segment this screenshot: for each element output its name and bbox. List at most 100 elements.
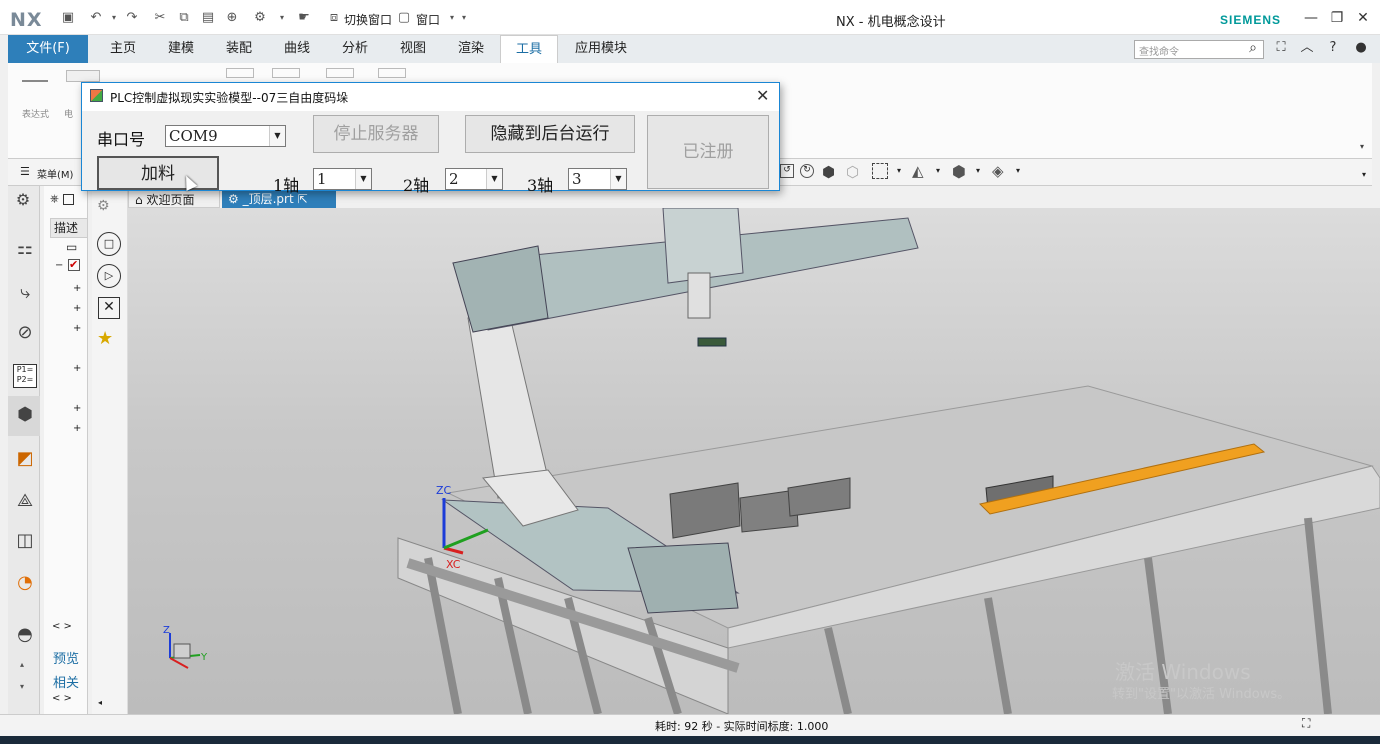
- paste-icon[interactable]: ▤: [200, 10, 216, 26]
- runtime-inspector-icon[interactable]: ⊘: [12, 322, 38, 348]
- layer-dropdown-icon[interactable]: ▾: [1016, 166, 1020, 175]
- axis3-select[interactable]: 3 ▼: [568, 168, 627, 190]
- fullscreen-icon[interactable]: ⛶: [1270, 38, 1292, 58]
- tree-expand-toggle[interactable]: −: [55, 260, 63, 271]
- orient-dropdown-icon[interactable]: ▾: [976, 166, 980, 175]
- preview-section-link[interactable]: 预览: [53, 648, 79, 667]
- history-icon[interactable]: ◔: [12, 572, 38, 598]
- assembly-navigator-icon[interactable]: ⚏: [12, 238, 38, 264]
- leftbar-scroll-down-icon[interactable]: ▾: [20, 682, 24, 691]
- help-icon[interactable]: ?: [1322, 38, 1344, 58]
- tab-render[interactable]: 渲染: [446, 35, 496, 63]
- graphics-viewport[interactable]: ZC XC Z Y: [128, 207, 1380, 716]
- tab-assembly[interactable]: 装配: [214, 35, 264, 63]
- axis2-select[interactable]: 2 ▼: [445, 168, 503, 190]
- switch-window-icon[interactable]: ⧈: [326, 10, 342, 26]
- tree-node-expand-4[interactable]: +: [73, 363, 81, 374]
- minimize-icon[interactable]: —: [1300, 8, 1322, 28]
- ribbon-tool-icon-1[interactable]: [226, 68, 254, 78]
- touch-mode-icon[interactable]: ☛: [296, 10, 312, 26]
- axis1-select[interactable]: 1 ▼: [313, 168, 372, 190]
- spreadsheet-icon[interactable]: [66, 70, 100, 82]
- nav-scroll-bottom-icon[interactable]: < >: [52, 693, 72, 704]
- tab-analysis[interactable]: 分析: [330, 35, 380, 63]
- sidetools-scroll-icon[interactable]: ◂: [98, 698, 102, 707]
- sequence-editor-icon[interactable]: ◫: [12, 530, 38, 556]
- display-mode-icon[interactable]: ◭: [912, 162, 924, 180]
- window-icon[interactable]: ▢: [396, 10, 412, 26]
- navigator-maximize-icon[interactable]: [63, 194, 74, 205]
- fit-view-icon[interactable]: [872, 163, 888, 179]
- sim-settings-icon[interactable]: ⚙: [97, 198, 110, 214]
- paste-special-icon[interactable]: ⊕: [224, 10, 240, 26]
- repeat-command-icon[interactable]: ⚙: [252, 10, 268, 26]
- layer-icon[interactable]: ◈: [992, 162, 1004, 180]
- roles-icon[interactable]: ◓: [12, 624, 38, 650]
- edge-cube-icon[interactable]: ⬡: [846, 163, 859, 181]
- orient-cube-icon[interactable]: ⬢: [952, 162, 966, 181]
- stop-icon[interactable]: □: [97, 232, 121, 256]
- electrical-label[interactable]: 电: [64, 107, 73, 120]
- navigator-column-header[interactable]: 描述: [50, 218, 88, 238]
- save-icon[interactable]: ▣: [60, 10, 76, 26]
- close-icon[interactable]: ✕: [1352, 8, 1374, 28]
- display-mode-dropdown-icon[interactable]: ▾: [936, 166, 940, 175]
- nav-scroll-left-icon[interactable]: < >: [52, 621, 72, 632]
- search-icon[interactable]: ⌕: [1242, 38, 1264, 58]
- tab-welcome-page[interactable]: ⌂ 欢迎页面: [128, 188, 220, 208]
- leftbar-scroll-up-icon[interactable]: ▴: [20, 660, 24, 669]
- tab-tools[interactable]: 工具: [500, 35, 558, 63]
- expressions-icon[interactable]: P1= P2=: [13, 364, 37, 388]
- root-checkbox[interactable]: ✔: [68, 259, 80, 271]
- constraint-navigator-icon[interactable]: ⤷: [12, 282, 38, 308]
- stop-server-button[interactable]: 停止服务器: [313, 115, 439, 153]
- copy-icon[interactable]: ⧉: [176, 10, 192, 26]
- tab-modeling[interactable]: 建模: [156, 35, 206, 63]
- redo-icon[interactable]: ↷: [124, 10, 140, 26]
- shaded-cube-icon[interactable]: ⬢: [822, 163, 835, 181]
- ribbon-options-icon[interactable]: ●: [1350, 38, 1372, 58]
- tree-node-expand-6[interactable]: +: [73, 423, 81, 434]
- motion-icon[interactable]: ⟁: [12, 490, 38, 516]
- tab-app-modules[interactable]: 应用模块: [566, 35, 636, 63]
- tree-node-expand-3[interactable]: +: [73, 323, 81, 334]
- tree-node-expand-2[interactable]: +: [73, 303, 81, 314]
- reset-icon[interactable]: ✕: [98, 297, 120, 319]
- restore-icon[interactable]: ❐: [1326, 8, 1348, 28]
- tab-curve[interactable]: 曲线: [272, 35, 322, 63]
- snapshot-star-icon[interactable]: ★: [97, 328, 113, 349]
- snap-icon[interactable]: ↺: [780, 164, 794, 178]
- undo-icon[interactable]: ↶: [88, 10, 104, 26]
- cmdbar-expand-icon[interactable]: ▾: [1362, 170, 1366, 179]
- collapse-ribbon-icon[interactable]: ︿: [1296, 38, 1318, 58]
- tab-view[interactable]: 视图: [388, 35, 438, 63]
- registered-button[interactable]: 已注册: [647, 115, 769, 189]
- repeat-dropdown-icon[interactable]: ▾: [274, 10, 290, 26]
- switch-window-label[interactable]: 切换窗口: [344, 11, 392, 28]
- play-icon[interactable]: ▷: [97, 264, 121, 288]
- feed-button[interactable]: 加料: [97, 156, 219, 190]
- menu-icon[interactable]: ☰: [20, 165, 30, 178]
- hide-to-background-button[interactable]: 隐藏到后台运行: [465, 115, 635, 153]
- cut-icon[interactable]: ✂: [152, 10, 168, 26]
- serial-port-select[interactable]: COM9 ▼: [165, 125, 286, 147]
- tab-home[interactable]: 主页: [98, 35, 148, 63]
- fit-view-dropdown-icon[interactable]: ▾: [897, 166, 901, 175]
- customize-qat-icon[interactable]: ▾: [456, 10, 472, 26]
- menu-button[interactable]: 菜单(M): [37, 166, 73, 181]
- ribbon-tool-icon-3[interactable]: [326, 68, 354, 78]
- physics-navigator-icon[interactable]: ◩: [12, 448, 38, 474]
- tree-node-expand-1[interactable]: +: [73, 283, 81, 294]
- window-menu-label[interactable]: 窗口: [416, 11, 440, 28]
- ribbon-tool-icon-2[interactable]: [272, 68, 300, 78]
- ribbon-expand-icon[interactable]: ▾: [1360, 142, 1364, 151]
- part-navigator-icon[interactable]: ⬢: [12, 404, 38, 430]
- fullscreen-status-icon[interactable]: ⛶: [1302, 716, 1310, 731]
- tree-node-expand-5[interactable]: +: [73, 403, 81, 414]
- expression-icon[interactable]: [22, 80, 48, 82]
- settings-icon[interactable]: ⚙: [12, 190, 34, 216]
- related-section-link[interactable]: 相关: [53, 672, 79, 691]
- expression-label[interactable]: 表达式: [22, 107, 49, 120]
- plc-dialog-close-icon[interactable]: ✕: [756, 86, 769, 105]
- rotate-view-icon[interactable]: ↻: [800, 164, 814, 178]
